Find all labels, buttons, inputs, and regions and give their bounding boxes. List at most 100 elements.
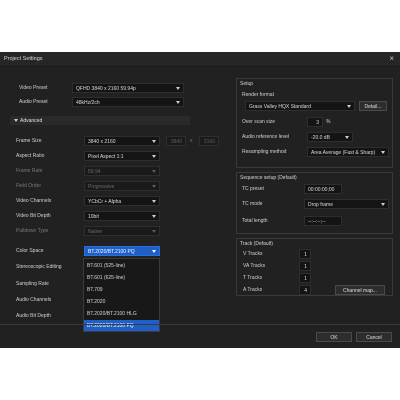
tc-mode-label: TC mode [242,201,263,207]
video-preset-value: QFHD 3840 x 2160 59.94p [76,86,136,92]
over-scan-label: Over scan size [242,119,276,125]
total-length-field[interactable]: --:--:--;-- [304,216,342,226]
color-space-label: Color Space [16,248,44,254]
pulldown-type-label: Pulldown Type [16,228,49,234]
audio-reference-level-value: -20.0 dB [311,135,330,141]
chevron-down-icon [152,200,156,203]
color-space-option-bt2020[interactable]: BT.2020 [84,296,159,307]
field-order-label: Field Order [16,183,42,189]
pulldown-type-dropdown: Native [84,226,160,236]
pulldown-type-value: Native [88,229,103,235]
total-length-label: Total length [242,218,268,224]
render-format-label: Render format [242,92,274,98]
chevron-down-icon [347,105,351,108]
render-format-dropdown[interactable]: Grass Valley HQX Standard [245,101,355,111]
frame-width-field[interactable]: 3840 [166,136,186,146]
aspect-ratio-dropdown[interactable]: Pixel Aspect 1:1 [84,151,160,161]
audio-preset-label: Audio Preset [19,99,48,105]
t-tracks-label: T Tracks [243,275,263,281]
cancel-button[interactable]: Cancel [356,332,392,342]
chevron-down-icon [176,101,180,104]
color-space-dropdown[interactable]: BT.2020/BT.2100 PQ [84,246,160,256]
sequence-setup-panel: Sequence setup (Default) TC preset 00:00… [236,172,393,234]
chevron-down-icon [152,140,156,143]
color-space-option-bt601-625[interactable]: BT.601 (625-line) [84,272,159,283]
channel-map-button[interactable]: Channel map... [335,285,385,295]
chevron-down-icon [345,136,349,139]
detail-button[interactable]: Detail... [359,101,387,111]
tc-preset-field[interactable]: 00:00:00;00 [304,184,342,194]
project-settings-dialog: Project Settings × Video Preset QFHD 384… [0,52,400,348]
aspect-ratio-label: Aspect Ratio [16,153,45,159]
sampling-rate-label: Sampling Rate [16,281,49,287]
color-space-option-bt2100-pq[interactable]: BT.2020/BT.2100 PQ [84,320,159,331]
footer-divider [0,324,400,325]
tc-mode-dropdown[interactable]: Drop frame [304,199,389,209]
track-panel: Track (Default) V Tracks 1 VA Tracks 1 T… [236,238,393,296]
frame-rate-dropdown: 59.94 [84,166,160,176]
resampling-method-value: Area Average (Fast & Sharp) [311,150,376,156]
color-space-menu: BT.601 (525-line) BT.601 (625-line) BT.7… [83,258,160,332]
audio-preset-dropdown[interactable]: 48kHz/2ch [72,97,184,107]
frame-height-field[interactable]: 2160 [199,136,219,146]
color-space-value: BT.2020/BT.2100 PQ [88,249,135,255]
tc-mode-value: Drop frame [308,202,334,208]
audio-reference-level-dropdown[interactable]: -20.0 dB [307,132,353,142]
video-bit-depth-label: Video Bit Depth [16,213,51,219]
video-preset-label: Video Preset [19,85,48,91]
color-space-option-bt2100-hlg[interactable]: BT.2020/BT.2100 HLG [84,308,159,319]
stereoscopic-editing-label: Stereoscopic Editing [16,264,62,270]
frame-rate-label: Frame Rate [16,168,43,174]
over-scan-unit: % [326,119,331,125]
color-space-option-bt709[interactable]: BT.709 [84,284,159,295]
chevron-down-icon [176,87,180,90]
field-order-dropdown: Progressive [84,181,160,191]
chevron-down-icon [152,155,156,158]
chevron-down-icon [381,151,385,154]
tc-preset-label: TC preset [242,186,264,192]
chevron-down-icon [152,230,156,233]
video-bit-depth-dropdown[interactable]: 10bit [84,211,160,221]
chevron-down-icon [152,215,156,218]
chevron-down-icon [152,170,156,173]
track-title: Track (Default) [240,241,273,247]
frame-size-dropdown[interactable]: 3840 x 2160 [84,136,160,146]
aspect-ratio-value: Pixel Aspect 1:1 [88,154,124,160]
resampling-method-dropdown[interactable]: Area Average (Fast & Sharp) [307,147,389,157]
render-format-value: Grass Valley HQX Standard [249,104,311,110]
v-tracks-label: V Tracks [243,251,263,257]
chevron-down-icon [152,185,156,188]
setup-title: Setup [240,81,254,87]
audio-preset-value: 48kHz/2ch [76,100,100,106]
chevron-down-icon [152,250,156,253]
title-bar: Project Settings × [0,52,400,67]
audio-bit-depth-label: Audio Bit Depth [16,313,51,319]
field-order-value: Progressive [88,184,115,190]
frame-size-x: x [190,138,193,144]
a-tracks-label: A Tracks [243,287,263,293]
audio-reference-level-label: Audio reference level [242,134,289,140]
t-tracks-field[interactable]: 1 [299,273,311,283]
v-tracks-field[interactable]: 1 [299,249,311,259]
resampling-method-label: Resampling method [242,149,287,155]
dialog-title: Project Settings [4,56,43,62]
sequence-setup-title: Sequence setup (Default) [240,175,297,181]
video-preset-dropdown[interactable]: QFHD 3840 x 2160 59.94p [72,83,184,93]
close-icon[interactable]: × [389,54,394,63]
video-channels-dropdown[interactable]: YCbCr + Alpha [84,196,160,206]
a-tracks-field[interactable]: 4 [299,285,311,295]
video-channels-label: Video Channels [16,198,52,204]
ok-button[interactable]: OK [316,332,352,342]
frame-size-value: 3840 x 2160 [88,139,116,145]
advanced-label: Advanced [20,118,43,124]
va-tracks-field[interactable]: 1 [299,261,311,271]
chevron-down-icon [381,203,385,206]
color-space-option-bt601-525[interactable]: BT.601 (525-line) [84,260,159,271]
setup-panel: Setup Render format Grass Valley HQX Sta… [236,78,393,168]
over-scan-field[interactable]: 3 [307,117,323,127]
expand-triangle-icon [14,119,18,122]
audio-channels-label: Audio Channels [16,297,52,303]
video-bit-depth-value: 10bit [88,214,99,220]
advanced-section-toggle[interactable]: Advanced [10,116,190,125]
frame-rate-value: 59.94 [88,169,101,175]
